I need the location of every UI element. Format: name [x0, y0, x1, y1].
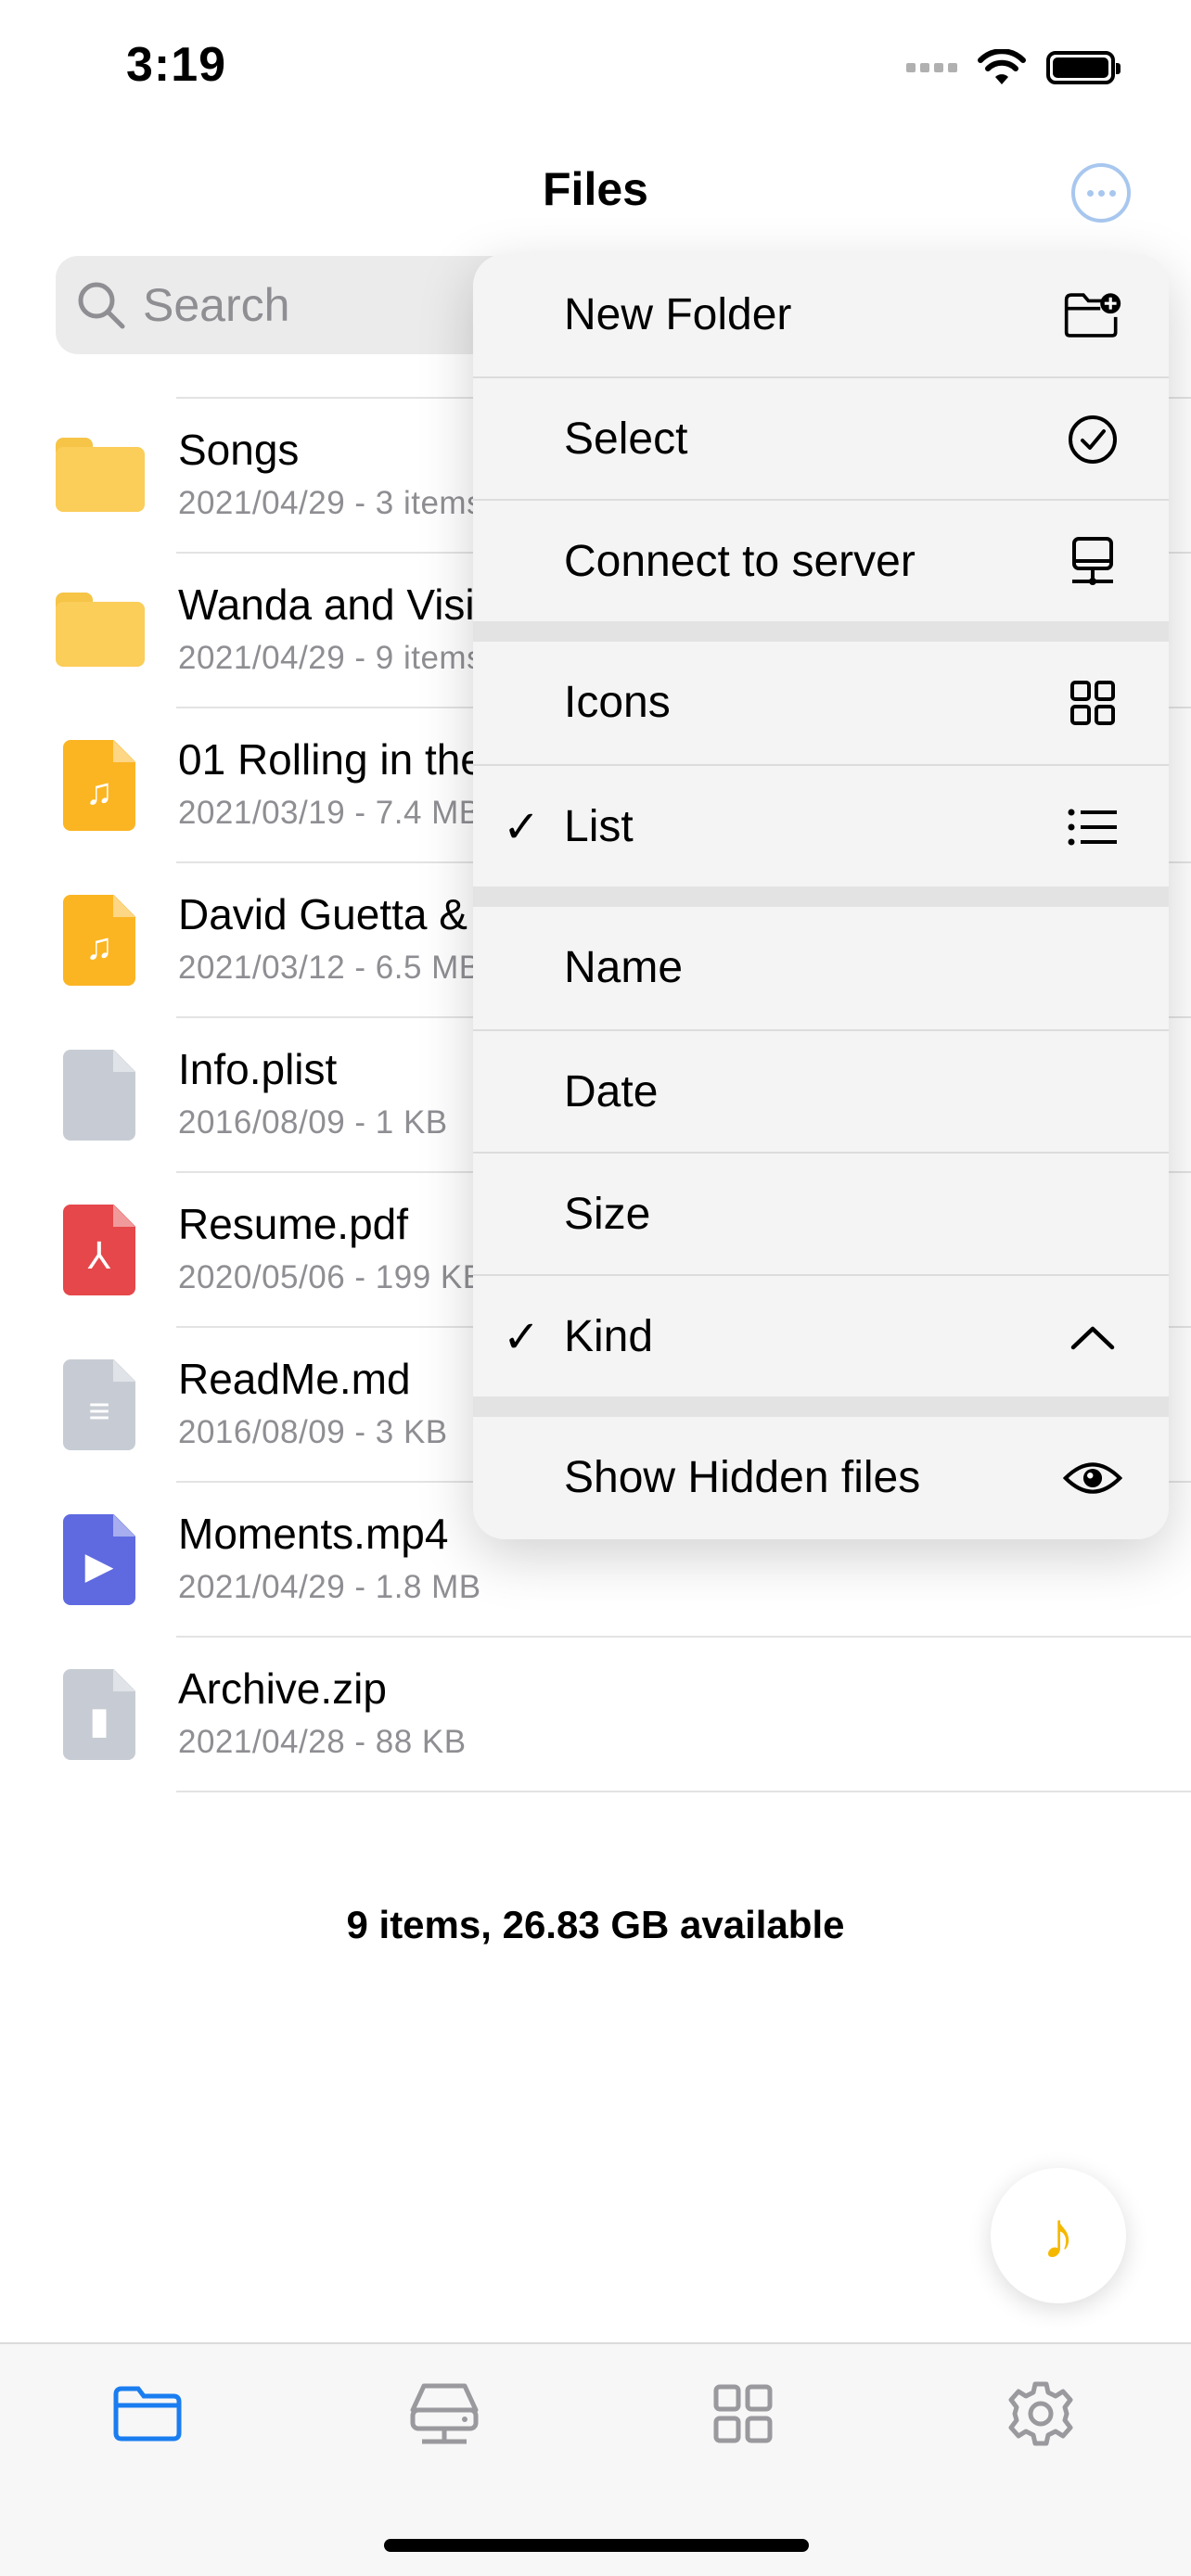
file-name: Archive.zip	[178, 1664, 387, 1713]
server-drive-icon	[410, 2383, 479, 2444]
menu-sort-size[interactable]: Size	[473, 1152, 1169, 1274]
folder-tab-icon	[113, 2386, 182, 2442]
pdf-file-icon: ⅄	[63, 1205, 135, 1295]
menu-label: List	[564, 802, 634, 851]
audio-file-icon: ♫	[63, 740, 135, 831]
checkmark-circle-icon	[1063, 410, 1122, 469]
zip-file-icon: ▮	[63, 1669, 135, 1760]
menu-label: Icons	[564, 678, 671, 727]
grid-view-icon	[1063, 673, 1122, 733]
menu-connect-server[interactable]: Connect to server	[473, 499, 1169, 621]
file-name: Info.plist	[178, 1045, 338, 1093]
file-meta: 2021/04/29 - 3 items	[178, 485, 484, 521]
video-file-icon: ▶	[63, 1514, 135, 1605]
file-meta: 2021/04/29 - 9 items	[178, 640, 484, 676]
music-player-button[interactable]: ♪	[991, 2168, 1126, 2303]
menu-label: Connect to server	[564, 537, 916, 586]
file-meta: 2020/05/06 - 199 KB	[178, 1259, 485, 1295]
menu-label: Select	[564, 414, 688, 464]
folder-icon	[56, 593, 145, 667]
folder-icon	[56, 438, 145, 512]
menu-label: Size	[564, 1190, 651, 1239]
list-view-icon	[1063, 797, 1122, 857]
wifi-icon	[978, 49, 1026, 84]
row-separator	[176, 1636, 1191, 1638]
grid-icon	[713, 2384, 773, 2443]
status-icons	[906, 45, 1121, 91]
file-meta: 2021/03/12 - 6.5 MB	[178, 950, 481, 986]
gear-icon	[1008, 2381, 1073, 2446]
eye-icon	[1063, 1448, 1122, 1508]
checkmark-icon: ✓	[503, 1313, 541, 1362]
tab-files[interactable]	[106, 2372, 189, 2455]
file-name: Moments.mp4	[178, 1510, 449, 1558]
menu-new-folder[interactable]: New Folder	[473, 254, 1169, 376]
search-placeholder: Search	[143, 279, 290, 331]
menu-icons-view[interactable]: Icons	[473, 642, 1169, 764]
checkmark-icon: ✓	[503, 803, 541, 852]
menu-sort-kind[interactable]: ✓ Kind	[473, 1274, 1169, 1396]
file-row[interactable]: ▮ Archive.zip 2021/04/28 - 88 KB	[0, 1636, 1191, 1791]
more-options-button[interactable]	[1071, 163, 1131, 223]
tab-servers[interactable]	[403, 2372, 486, 2455]
generic-file-icon	[63, 1050, 135, 1141]
menu-label: Date	[564, 1067, 659, 1116]
page-title: Files	[543, 163, 648, 215]
options-menu: New Folder Select Connect to server Icon…	[473, 254, 1169, 1539]
file-name: ReadMe.md	[178, 1355, 411, 1403]
tab-apps[interactable]	[701, 2372, 785, 2455]
battery-icon	[1046, 51, 1121, 84]
search-icon	[78, 282, 125, 329]
server-monitor-icon	[1063, 532, 1122, 592]
audio-file-icon: ♫	[63, 895, 135, 986]
file-meta: 2021/04/28 - 88 KB	[178, 1724, 467, 1760]
new-folder-icon	[1063, 286, 1122, 345]
menu-label: Kind	[564, 1312, 654, 1361]
chevron-up-icon	[1063, 1307, 1122, 1367]
menu-sort-date[interactable]: Date	[473, 1029, 1169, 1152]
menu-divider	[473, 1396, 1169, 1417]
menu-label: Show Hidden files	[564, 1453, 921, 1502]
file-meta: 2021/04/29 - 1.8 MB	[178, 1569, 481, 1605]
file-name: Resume.pdf	[178, 1200, 409, 1248]
file-meta: 2016/08/09 - 3 KB	[178, 1414, 448, 1450]
file-meta: 2021/03/19 - 7.4 MB	[178, 795, 481, 831]
file-name: Wanda and Vision	[178, 580, 522, 629]
status-time: 3:19	[126, 38, 227, 92]
row-separator	[176, 1791, 1191, 1792]
menu-list-view[interactable]: ✓ List	[473, 764, 1169, 886]
file-meta: 2016/08/09 - 1 KB	[178, 1104, 448, 1141]
music-note-icon: ♪	[1042, 2199, 1075, 2273]
cellular-signal-icon	[906, 63, 957, 72]
menu-show-hidden[interactable]: Show Hidden files	[473, 1417, 1169, 1539]
tab-settings[interactable]	[999, 2372, 1082, 2455]
home-indicator	[384, 2539, 809, 2552]
menu-label: Name	[564, 943, 684, 992]
menu-label: New Folder	[564, 290, 792, 339]
menu-divider	[473, 621, 1169, 642]
file-name: Songs	[178, 426, 300, 474]
menu-select[interactable]: Select	[473, 376, 1169, 499]
menu-sort-name[interactable]: Name	[473, 907, 1169, 1029]
storage-summary: 9 items, 26.83 GB available	[346, 1903, 845, 1946]
menu-divider	[473, 886, 1169, 907]
text-file-icon: ≡	[63, 1359, 135, 1450]
